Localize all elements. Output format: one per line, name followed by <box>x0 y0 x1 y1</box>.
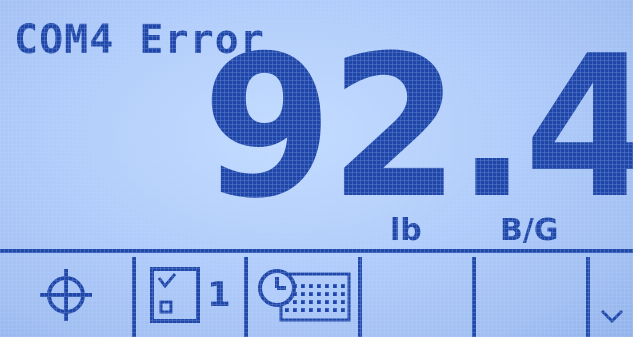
crosshair-icon <box>40 269 92 321</box>
memory-slot-icon <box>150 267 201 323</box>
softkey-target[interactable] <box>0 255 132 335</box>
softkey-5[interactable] <box>476 255 586 335</box>
softkey-4[interactable] <box>362 255 472 335</box>
softkey-time-date[interactable] <box>248 255 358 335</box>
more-softkeys-button[interactable] <box>590 255 633 335</box>
memory-slot-number: 1 <box>207 275 231 315</box>
weighing-mode: B/G <box>500 213 559 248</box>
softkey-memory-slot[interactable]: 1 <box>136 255 244 335</box>
clock-calendar-icon <box>258 269 351 322</box>
weight-value: 92.41 <box>202 14 633 242</box>
lcd-screen: COM4 Error 92.41 lb B/G 1 <box>0 0 633 337</box>
softkey-bar: 1 <box>0 249 633 337</box>
weight-unit: lb <box>390 213 422 248</box>
chevron-down-icon <box>600 309 623 324</box>
